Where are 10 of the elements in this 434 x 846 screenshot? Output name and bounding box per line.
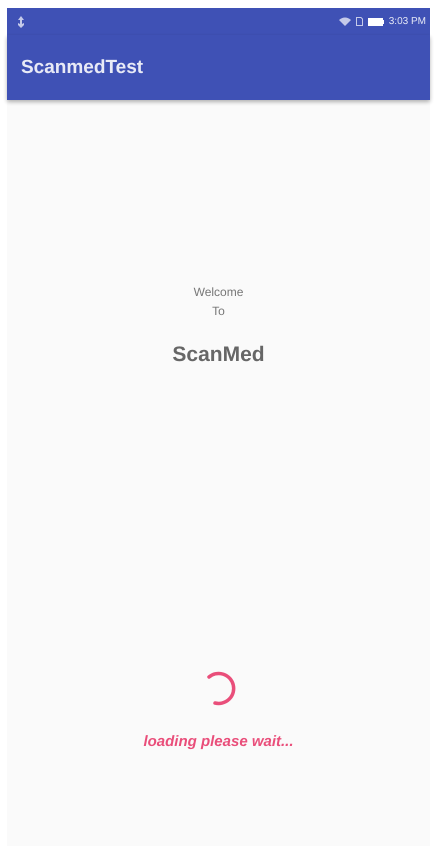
welcome-text: Welcome <box>194 284 244 301</box>
usb-icon <box>17 16 25 28</box>
sim-icon <box>356 17 363 26</box>
wifi-icon <box>338 17 351 26</box>
app-name: ScanMed <box>172 343 265 367</box>
battery-icon <box>368 18 384 26</box>
loading-message: loading please wait... <box>143 733 294 750</box>
status-time: 3:03 PM <box>388 16 426 27</box>
app-title: ScanmedTest <box>21 56 144 78</box>
to-text: To <box>212 303 225 320</box>
